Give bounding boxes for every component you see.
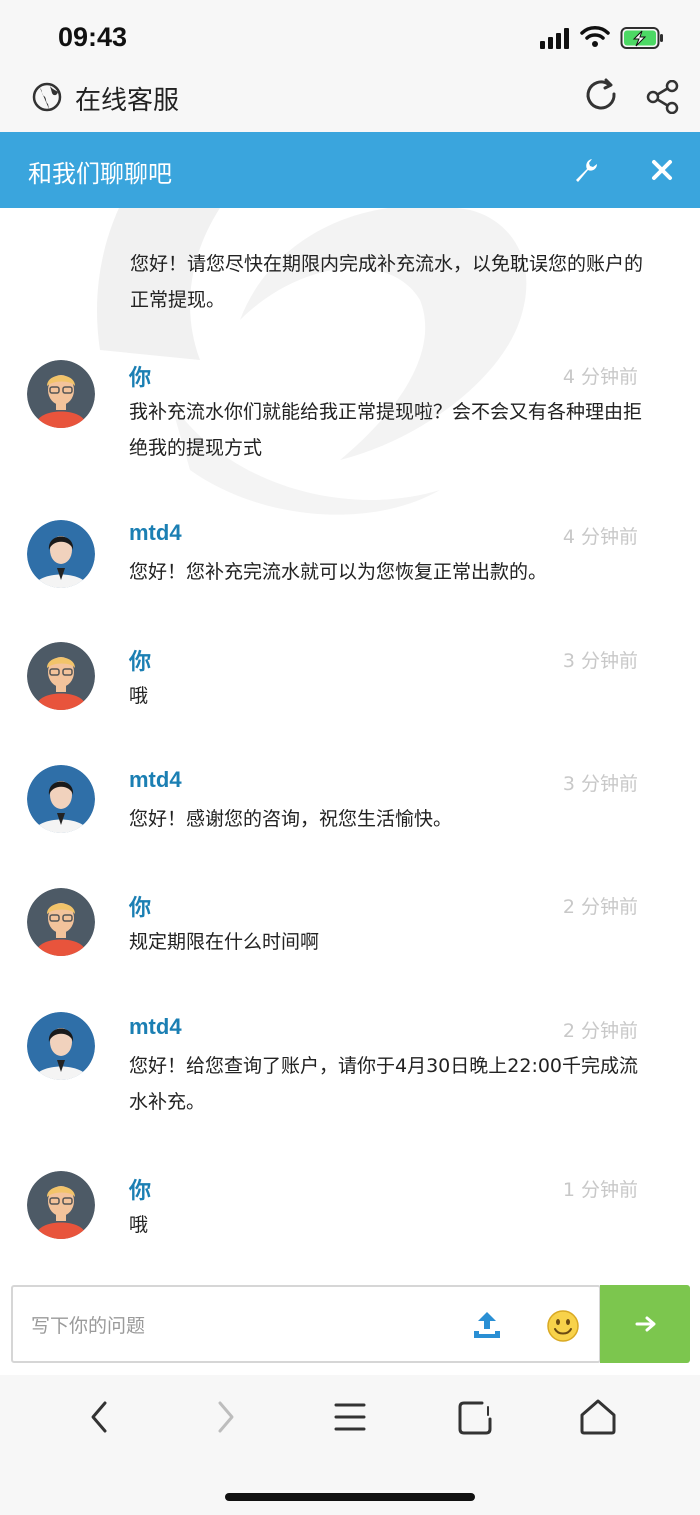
message-input-box: [11, 1285, 601, 1363]
upload-icon[interactable]: [471, 1309, 503, 1341]
avatar-user: [27, 1171, 95, 1239]
avatar-user: [27, 888, 95, 956]
message-text: 规定期限在什么时间啊: [129, 931, 320, 953]
message-time: 4 分钟前: [562, 366, 638, 388]
status-bar: 09:43: [0, 0, 700, 72]
message-text: 您好！感谢您的咨询，祝您生活愉快。: [129, 808, 453, 830]
message-text: 哦: [129, 685, 149, 707]
message-text: 您好！请您尽快在期限内完成补充流水，以免耽误您的账户的正常提现。: [130, 253, 644, 311]
message-sender: 你: [129, 365, 152, 390]
message-sender: 你: [129, 895, 152, 920]
wrench-icon[interactable]: [572, 156, 600, 184]
avatar-agent: [27, 520, 95, 588]
message-time: 3 分钟前: [562, 773, 638, 795]
browser-bottom-nav: [0, 1375, 700, 1515]
message-sender: mtd4: [129, 520, 182, 545]
tabs-icon[interactable]: [456, 1397, 496, 1437]
refresh-icon[interactable]: [584, 78, 620, 114]
page-title: 在线客服: [75, 86, 180, 116]
message-text: 我补充流水你们就能给我正常提现啦？会不会又有各种理由拒绝我的提现方式: [129, 401, 643, 459]
chat-banner: 和我们聊聊吧: [0, 132, 700, 208]
message-time: 2 分钟前: [562, 1020, 638, 1042]
message-time: 2 分钟前: [562, 896, 638, 918]
emoji-icon[interactable]: [546, 1309, 580, 1343]
signal-icon: [540, 28, 569, 49]
share-icon[interactable]: [646, 80, 680, 114]
back-icon[interactable]: [80, 1397, 120, 1437]
message-list[interactable]: 您好！请您尽快在期限内完成补充流水，以免耽误您的账户的正常提现。 你 4 分钟前…: [0, 208, 700, 1285]
partial-message-top: [40, 208, 640, 210]
avatar-user: [27, 642, 95, 710]
home-icon[interactable]: [578, 1397, 618, 1437]
battery-charging-icon: [620, 27, 663, 49]
send-button[interactable]: [600, 1285, 690, 1363]
avatar-user: [27, 360, 95, 428]
send-arrow-icon: [635, 1316, 656, 1332]
avatar-agent: [27, 765, 95, 833]
message-sender: mtd4: [129, 1014, 182, 1039]
message-sender: 你: [129, 1178, 152, 1203]
globe-icon: [32, 82, 62, 112]
status-time: 09:43: [58, 22, 128, 52]
message-text: 哦: [129, 1214, 149, 1236]
wifi-icon: [580, 26, 610, 47]
menu-icon[interactable]: [330, 1397, 370, 1437]
message-sender: mtd4: [129, 767, 182, 792]
message-time: 3 分钟前: [562, 650, 638, 672]
home-indicator[interactable]: [225, 1493, 475, 1501]
chat-title: 和我们聊聊吧: [28, 160, 172, 188]
forward-icon[interactable]: [205, 1397, 245, 1437]
message-time: 4 分钟前: [562, 526, 638, 548]
message-time: 1 分钟前: [562, 1179, 638, 1201]
message-text: 您好！您补充完流水就可以为您恢复正常出款的。: [129, 561, 548, 583]
close-icon[interactable]: [650, 158, 674, 182]
browser-header: 在线客服: [0, 72, 700, 132]
avatar-agent: [27, 1012, 95, 1080]
message-text: 您好！给您查询了账户，请你于4月30日晚上22:00千完成流水补充。: [129, 1055, 639, 1113]
message-input[interactable]: [31, 1309, 451, 1343]
message-sender: 你: [129, 649, 152, 674]
message-composer: [11, 1285, 690, 1363]
